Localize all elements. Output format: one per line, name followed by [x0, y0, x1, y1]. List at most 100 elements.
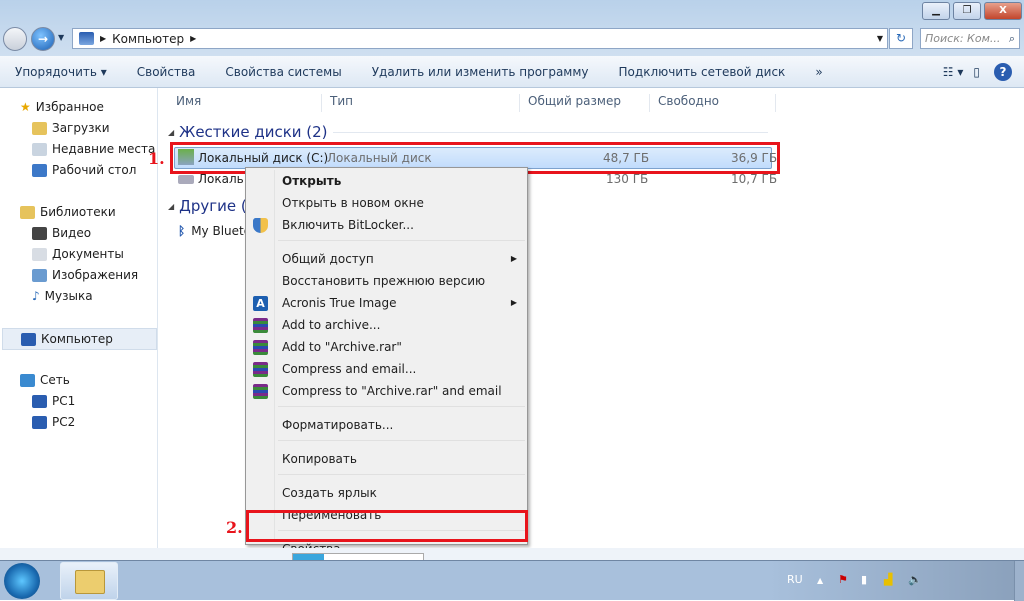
address-dropdown-icon[interactable]: ▼: [877, 34, 883, 43]
menu-share[interactable]: Общий доступ ▶: [248, 248, 525, 270]
forward-button[interactable]: →: [31, 27, 55, 51]
separator: [278, 440, 525, 448]
separator: [278, 474, 525, 482]
navigation-pane: [0, 88, 158, 548]
menu-add-rar[interactable]: Add to "Archive.rar": [248, 336, 525, 358]
sidebar-item-recent[interactable]: Недавние места: [32, 142, 155, 156]
label: Компьютер: [41, 332, 113, 346]
winrar-icon: [253, 362, 268, 377]
organize-button[interactable]: Упорядочить ▾: [0, 65, 122, 79]
sidebar-item-downloads[interactable]: Загрузки: [32, 121, 110, 135]
refresh-button[interactable]: ↻: [889, 28, 913, 49]
address-bar[interactable]: ▶ Компьютер ▶ ▼: [72, 28, 888, 49]
group-label: Жесткие диски (2): [179, 123, 328, 141]
images-icon: [32, 268, 47, 282]
menu-restore-version[interactable]: Восстановить прежнюю версию: [248, 270, 525, 292]
documents-icon: [32, 247, 47, 261]
drive-free: 10,7 ГБ: [731, 172, 778, 186]
menu-create-shortcut[interactable]: Создать ярлык: [248, 482, 525, 504]
video-icon: [32, 226, 47, 240]
group-hard-drives[interactable]: ◢ Жесткие диски (2): [168, 123, 768, 141]
sidebar-item-network[interactable]: Сеть: [20, 373, 70, 387]
label: Восстановить прежнюю версию: [282, 274, 486, 288]
sidebar-item-desktop[interactable]: Рабочий стол: [32, 163, 136, 177]
menu-acronis[interactable]: A Acronis True Image ▶: [248, 292, 525, 314]
group-label: Другие (1): [179, 197, 248, 215]
column-type[interactable]: Тип: [322, 94, 520, 112]
menu-format[interactable]: Форматировать...: [248, 414, 525, 436]
bluetooth-item[interactable]: ᛒ My Bluetooth: [178, 224, 246, 238]
help-icon[interactable]: ?: [994, 62, 1012, 81]
label: Библиотеки: [40, 205, 116, 219]
drive-name[interactable]: Локальный диск (D:): [198, 172, 243, 186]
menu-compress-rar-email[interactable]: Compress to "Archive.rar" and email: [248, 380, 525, 402]
back-button[interactable]: [3, 27, 27, 51]
sidebar-item-computer[interactable]: Компьютер: [2, 328, 157, 350]
language-indicator[interactable]: RU: [787, 573, 803, 586]
search-input[interactable]: Поиск: Ком... ⌕: [920, 28, 1020, 49]
action-center-icon[interactable]: ⚑: [838, 573, 848, 586]
label: Compress to "Archive.rar" and email: [282, 384, 502, 398]
collapse-icon: ◢: [168, 201, 175, 211]
network-icon: [20, 373, 35, 387]
column-free[interactable]: Свободно: [650, 94, 776, 112]
winrar-icon: [253, 384, 268, 399]
sidebar-item-images[interactable]: Изображения: [32, 268, 138, 282]
sidebar-item-documents[interactable]: Документы: [32, 247, 124, 261]
show-hidden-icons[interactable]: ▲: [817, 576, 823, 585]
volume-icon[interactable]: 🔈: [908, 573, 922, 586]
label: PC1: [52, 394, 76, 408]
restore-button[interactable]: ❐: [953, 2, 981, 20]
breadcrumb-arrow-icon[interactable]: ▶: [190, 34, 196, 43]
label: Видео: [52, 226, 92, 240]
view-options-icon[interactable]: ☷ ▾: [943, 65, 974, 79]
label: Compress and email...: [282, 362, 417, 376]
sidebar-item-favorites[interactable]: ★ Избранное: [20, 100, 104, 114]
properties-button[interactable]: Свойства: [122, 65, 211, 79]
label: Открыть: [282, 174, 342, 188]
drive-total: 130 ГБ: [606, 172, 649, 186]
label: Избранное: [35, 100, 104, 114]
menu-open[interactable]: Открыть: [248, 170, 525, 192]
step-1-label: 1.: [148, 149, 165, 168]
menu-compress-email[interactable]: Compress and email...: [248, 358, 525, 380]
sidebar-item-pc1[interactable]: PC1: [32, 394, 75, 408]
menu-copy[interactable]: Копировать: [248, 448, 525, 470]
label: PC2: [52, 415, 76, 429]
preview-pane-icon[interactable]: ▯: [973, 65, 994, 79]
taskbar-explorer-button[interactable]: [60, 562, 118, 600]
drive-icon: [178, 175, 194, 184]
menu-bitlocker[interactable]: Включить BitLocker...: [248, 214, 525, 236]
map-drive-button[interactable]: Подключить сетевой диск: [604, 65, 801, 79]
taskbar: RU ▲ ⚑ ▮ ▟ 🔈: [0, 560, 1024, 601]
sidebar-item-pc2[interactable]: PC2: [32, 415, 75, 429]
column-total-size[interactable]: Общий размер: [520, 94, 650, 112]
start-button[interactable]: [4, 563, 40, 599]
column-name[interactable]: Имя: [168, 94, 322, 112]
shield-icon: [253, 218, 268, 233]
breadcrumb-computer[interactable]: Компьютер: [112, 32, 184, 46]
label: Acronis True Image: [282, 296, 397, 310]
separator: [278, 406, 525, 414]
minimize-button[interactable]: ▁: [922, 2, 950, 20]
sidebar-item-libraries[interactable]: Библиотеки: [20, 205, 116, 219]
menu-add-archive[interactable]: Add to archive...: [248, 314, 525, 336]
recent-pages-dropdown[interactable]: ▼: [58, 33, 64, 42]
close-button[interactable]: X: [984, 2, 1022, 20]
power-icon[interactable]: ▮: [861, 573, 867, 586]
network-signal-icon[interactable]: ▟: [884, 573, 892, 586]
group-other[interactable]: ◢ Другие (1): [168, 197, 248, 215]
submenu-arrow-icon: ▶: [510, 298, 517, 307]
more-button[interactable]: »: [800, 65, 837, 79]
uninstall-button[interactable]: Удалить или изменить программу: [357, 65, 604, 79]
show-desktop-button[interactable]: [1014, 561, 1024, 601]
sidebar-item-video[interactable]: Видео: [32, 226, 91, 240]
computer-icon: [79, 32, 94, 45]
label: Общий доступ: [282, 252, 374, 266]
search-icon: ⌕: [1008, 32, 1015, 45]
separator: [278, 240, 525, 248]
system-properties-button[interactable]: Свойства системы: [210, 65, 356, 79]
sidebar-item-music[interactable]: ♪ Музыка: [32, 289, 93, 303]
libraries-icon: [20, 205, 35, 219]
menu-open-new-window[interactable]: Открыть в новом окне: [248, 192, 525, 214]
